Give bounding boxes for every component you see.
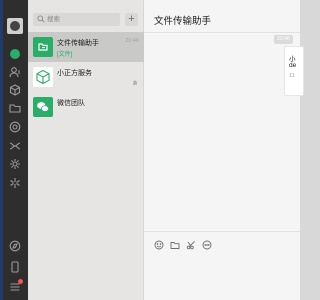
chat-item-service[interactable]: 小正方服务 (28, 62, 144, 92)
favorites-icon[interactable] (9, 84, 21, 96)
add-chat-button[interactable]: + (125, 13, 138, 26)
divider (144, 231, 300, 232)
folder-icon[interactable] (170, 237, 180, 249)
nav-rail (3, 0, 28, 300)
cube-icon (33, 67, 53, 87)
mobile-sync-icon[interactable] (9, 240, 21, 252)
search-placeholder: 搜索 (47, 16, 60, 23)
chat-item-file-transfer[interactable]: 文件传输助手 [文件] 20:46 (28, 32, 144, 62)
phone-icon[interactable] (9, 261, 21, 273)
scissors-icon[interactable] (186, 237, 196, 250)
page-title: 文件传输助手 (154, 16, 212, 27)
chat-bubble-icon[interactable] (202, 237, 212, 250)
file-message-bubble[interactable]: 小 de 11 (284, 46, 304, 96)
folder-icon (33, 37, 53, 57)
input-toolbar (154, 237, 212, 250)
search-icon (37, 15, 45, 23)
search-discover-icon[interactable] (9, 158, 21, 170)
chat-time: 20:46 (125, 38, 139, 44)
chat-name: 小正方服务 (57, 70, 92, 77)
conversation-pane: 文件传输助手 20:46 小 de 11 (144, 0, 304, 300)
wechat-window: 搜索 + 文件传输助手 [文件] 20:46 小正方服务 微信团队 文件传输助手 (0, 0, 304, 300)
file-size: 11 (289, 73, 295, 79)
chat-name: 微信团队 (57, 100, 85, 107)
chat-list-pane: 搜索 + 文件传输助手 [文件] 20:46 小正方服务 微信团队 (28, 0, 144, 300)
emoji-icon[interactable] (154, 237, 164, 250)
file-name-line: de (289, 62, 297, 69)
notification-dot (18, 279, 23, 284)
files-icon[interactable] (9, 102, 21, 114)
mute-icon (132, 80, 138, 85)
chat-item-wechat-team[interactable]: 微信团队 (28, 92, 144, 122)
channels-icon[interactable] (9, 140, 21, 152)
menu-icon[interactable] (9, 279, 23, 293)
chat-preview: [文件] (57, 52, 73, 58)
moments-icon[interactable] (9, 121, 21, 133)
divider (144, 32, 300, 33)
avatar[interactable] (7, 18, 23, 34)
mini-programs-icon[interactable] (9, 177, 21, 189)
contacts-icon[interactable] (9, 66, 21, 78)
chat-name: 文件传输助手 (57, 40, 99, 47)
search-input[interactable]: 搜索 (33, 13, 120, 26)
chat-icon[interactable] (9, 48, 21, 60)
wechat-icon (33, 97, 53, 117)
message-timestamp: 20:46 (274, 35, 293, 44)
